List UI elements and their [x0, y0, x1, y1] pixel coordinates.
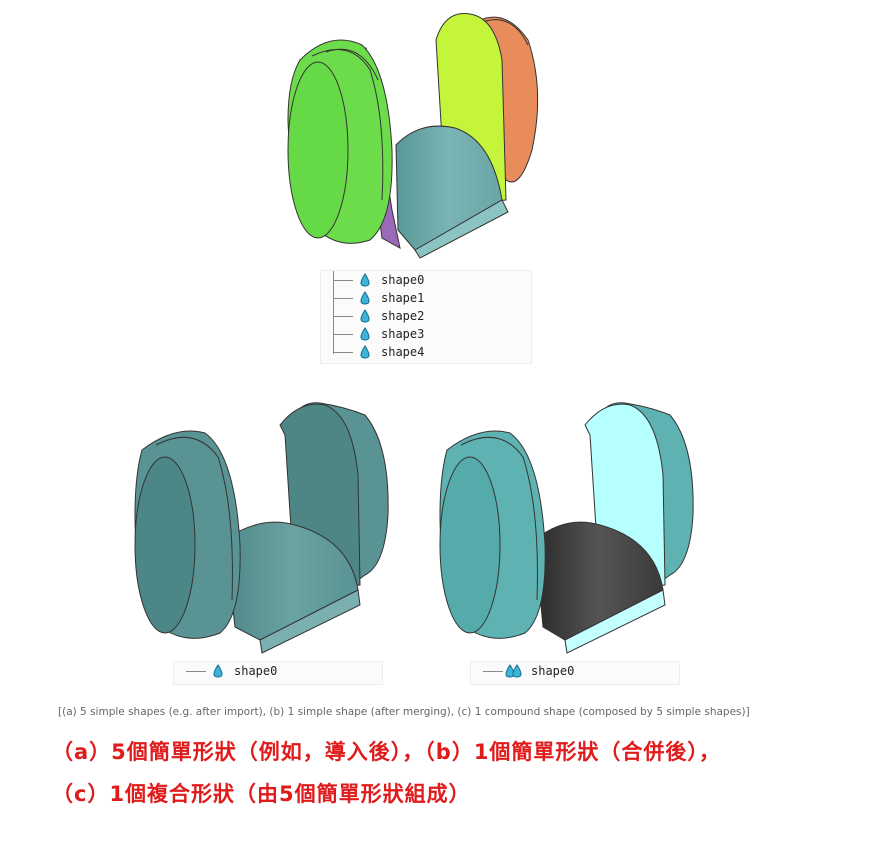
tree-item[interactable]: shape0	[174, 662, 382, 680]
tree-item[interactable]: shape2	[321, 307, 531, 325]
solid-shape-icon	[360, 345, 370, 359]
tree-item-label: shape0	[531, 664, 575, 678]
figure-c-tree-panel: shape0	[470, 661, 680, 685]
figure-a-tree-panel: shape0 shape1 shape2 shape3 shape4	[320, 270, 532, 364]
tree-item[interactable]: shape0	[321, 271, 531, 289]
figure-b-tree-panel: shape0	[173, 661, 383, 685]
figure-a-model-view	[287, 13, 539, 259]
solid-shape-icon	[360, 273, 370, 287]
tree-item-label: shape2	[381, 309, 425, 323]
tree-item[interactable]: shape1	[321, 289, 531, 307]
solid-shape-icon	[360, 291, 370, 305]
compound-shape-icon	[505, 664, 522, 678]
tree-item[interactable]: shape3	[321, 325, 531, 343]
figure-c-model-view	[439, 402, 694, 654]
solid-shape-icon	[360, 309, 370, 323]
solid-shape-icon	[213, 664, 223, 678]
tree-item[interactable]: shape0	[471, 662, 679, 680]
tree-item-label: shape4	[381, 345, 425, 359]
chinese-caption-line-2: （c）1個複合形狀（由5個簡單形狀組成）	[52, 782, 471, 806]
shape-green-disc	[287, 39, 393, 244]
tree-item-label: shape0	[234, 664, 278, 678]
tree-item-label: shape1	[381, 291, 425, 305]
tree-item[interactable]: shape4	[321, 343, 531, 361]
compound-shape	[439, 402, 694, 654]
tree-item-label: shape3	[381, 327, 425, 341]
merged-shape	[134, 402, 389, 654]
chinese-caption-line-1: （a）5個簡單形狀（例如，導入後），（b）1個簡單形狀（合併後），	[52, 740, 721, 764]
solid-shape-icon	[360, 327, 370, 341]
english-caption: [(a) 5 simple shapes (e.g. after import)…	[58, 706, 750, 718]
tree-item-label: shape0	[381, 273, 425, 287]
figure-b-model-view	[134, 402, 389, 654]
